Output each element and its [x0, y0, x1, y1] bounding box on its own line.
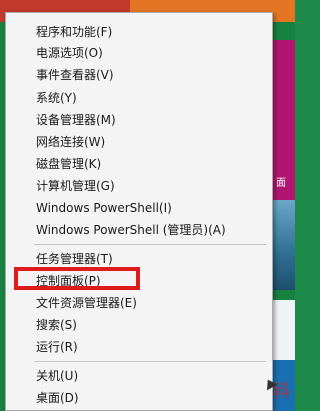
start-tile-photo[interactable]	[270, 200, 295, 290]
menu-item-file-explorer[interactable]: 文件资源管理器(E)	[36, 293, 137, 313]
menu-item-task-manager[interactable]: 任务管理器(T)	[36, 249, 113, 269]
winx-context-menu: 程序和功能(F) 电源选项(O) 事件查看器(V) 系统(Y) 设备管理器(M)…	[5, 12, 278, 411]
control-panel-highlight-box	[14, 267, 140, 290]
menu-item-event-viewer[interactable]: 事件查看器(V)	[36, 65, 114, 85]
menu-item-system[interactable]: 系统(Y)	[36, 88, 77, 108]
menu-item-powershell[interactable]: Windows PowerShell(I)	[36, 198, 172, 218]
menu-item-computer-management[interactable]: 计算机管理(G)	[36, 176, 115, 196]
menu-item-search[interactable]: 搜索(S)	[36, 315, 77, 335]
menu-item-programs-features[interactable]: 程序和功能(F)	[36, 22, 112, 42]
menu-item-powershell-admin[interactable]: Windows PowerShell (管理员)(A)	[36, 220, 226, 240]
menu-item-shutdown[interactable]: 关机(U)	[36, 366, 78, 386]
menu-item-network-connections[interactable]: 网络连接(W)	[36, 132, 105, 152]
menu-separator	[34, 244, 266, 245]
menu-item-power-options[interactable]: 电源选项(O)	[36, 43, 103, 63]
menu-separator	[34, 361, 266, 362]
desktop-tile-label: 面	[276, 178, 286, 189]
menu-item-run[interactable]: 运行(R)	[36, 337, 78, 357]
menu-item-disk-management[interactable]: 磁盘管理(K)	[36, 154, 101, 174]
start-tile-white[interactable]	[270, 300, 295, 360]
menu-item-device-manager[interactable]: 设备管理器(M)	[36, 110, 116, 130]
menu-item-desktop[interactable]: 桌面(D)	[36, 388, 79, 408]
